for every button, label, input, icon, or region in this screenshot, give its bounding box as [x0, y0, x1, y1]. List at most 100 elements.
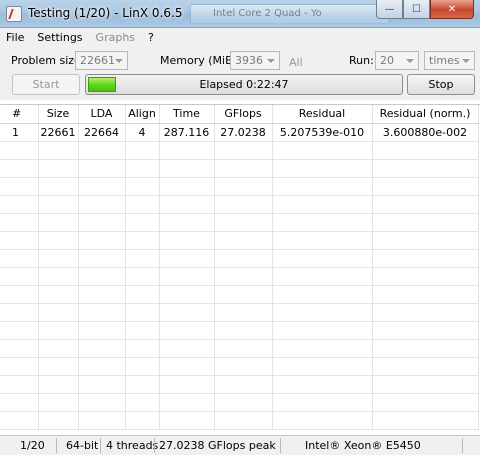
- run-unit-combo[interactable]: times: [424, 51, 475, 70]
- empty-cell: [125, 411, 160, 430]
- empty-cell: [78, 159, 126, 178]
- empty-cell: [78, 213, 126, 232]
- empty-cell: [0, 285, 39, 304]
- empty-cell: [272, 339, 373, 358]
- minimize-button[interactable]: —: [376, 0, 403, 19]
- maximize-button[interactable]: ☐: [403, 0, 430, 19]
- empty-table-row: [0, 393, 479, 412]
- empty-cell: [78, 375, 126, 394]
- column-header-time[interactable]: Time: [159, 105, 215, 124]
- empty-cell: [214, 303, 273, 322]
- empty-cell: [214, 393, 273, 412]
- column-header-residual[interactable]: Residual: [272, 105, 373, 124]
- empty-cell: [272, 411, 373, 430]
- empty-cell: [372, 249, 479, 268]
- empty-cell: [159, 411, 215, 430]
- empty-cell: [214, 177, 273, 196]
- menu-bar: File Settings Graphs ?: [0, 28, 480, 46]
- empty-cell: [0, 195, 39, 214]
- empty-cell: [214, 141, 273, 160]
- column-header-gflops[interactable]: GFlops: [214, 105, 273, 124]
- status-divider: [56, 438, 57, 453]
- empty-cell: [38, 285, 79, 304]
- menu-file[interactable]: File: [6, 31, 24, 44]
- status-threads: 4 threads: [106, 439, 159, 452]
- empty-cell: [272, 303, 373, 322]
- empty-table-row: [0, 159, 479, 178]
- column-header-index[interactable]: #: [0, 105, 39, 124]
- empty-cell: [159, 321, 215, 340]
- empty-cell: [0, 321, 39, 340]
- empty-table-row: [0, 411, 479, 430]
- window-controls: — ☐ ✕: [376, 0, 474, 20]
- empty-cell: [372, 321, 479, 340]
- column-header-lda[interactable]: LDA: [78, 105, 126, 124]
- cell-size: 22661: [38, 123, 79, 142]
- status-divider: [100, 438, 101, 453]
- cell-lda: 22664: [78, 123, 126, 142]
- memory-combo[interactable]: 3936: [230, 51, 280, 70]
- empty-cell: [125, 357, 160, 376]
- empty-cell: [0, 177, 39, 196]
- column-header-align[interactable]: Align: [125, 105, 160, 124]
- empty-cell: [38, 267, 79, 286]
- empty-cell: [38, 339, 79, 358]
- empty-cell: [125, 249, 160, 268]
- run-unit-value: times: [429, 54, 460, 67]
- empty-cell: [272, 141, 373, 160]
- menu-settings[interactable]: Settings: [37, 31, 82, 44]
- empty-cell: [214, 195, 273, 214]
- empty-cell: [214, 267, 273, 286]
- empty-table-row: [0, 195, 479, 214]
- column-header-size[interactable]: Size: [38, 105, 79, 124]
- empty-cell: [372, 231, 479, 250]
- empty-cell: [78, 357, 126, 376]
- menu-help[interactable]: ?: [148, 31, 154, 44]
- empty-cell: [0, 375, 39, 394]
- empty-cell: [372, 267, 479, 286]
- empty-cell: [372, 195, 479, 214]
- empty-cell: [78, 195, 126, 214]
- empty-table-row: [0, 249, 479, 268]
- menu-graphs[interactable]: Graphs: [96, 31, 135, 44]
- empty-cell: [78, 303, 126, 322]
- status-cpu: Intel® Xeon® E5450: [305, 439, 421, 452]
- cell-residual: 5.207539e-010: [272, 123, 373, 142]
- empty-table-row: [0, 231, 479, 250]
- cell-index: 1: [0, 123, 39, 142]
- empty-cell: [78, 321, 126, 340]
- empty-cell: [125, 231, 160, 250]
- empty-cell: [159, 231, 215, 250]
- run-label: Run:: [349, 54, 374, 67]
- empty-table-row: [0, 375, 479, 394]
- close-button[interactable]: ✕: [430, 0, 474, 19]
- stop-button[interactable]: Stop: [407, 74, 475, 95]
- problem-size-value: 22661: [80, 54, 115, 67]
- empty-cell: [38, 141, 79, 160]
- problem-size-combo[interactable]: 22661: [75, 51, 128, 70]
- empty-cell: [214, 339, 273, 358]
- all-checkbox-label[interactable]: All: [289, 56, 303, 69]
- results-table[interactable]: # Size LDA Align Time GFlops Residual Re…: [0, 104, 480, 435]
- app-icon[interactable]: [6, 6, 22, 22]
- chevron-down-icon: [267, 59, 275, 63]
- empty-cell: [159, 303, 215, 322]
- start-button[interactable]: Start: [12, 74, 80, 95]
- empty-cell: [214, 159, 273, 178]
- chevron-down-icon: [406, 59, 414, 63]
- empty-cell: [372, 159, 479, 178]
- column-header-residual-norm[interactable]: Residual (norm.): [372, 105, 479, 124]
- empty-cell: [372, 303, 479, 322]
- table-row[interactable]: 1 22661 22664 4 287.116 27.0238 5.207539…: [0, 123, 479, 142]
- empty-cell: [0, 393, 39, 412]
- empty-cell: [272, 357, 373, 376]
- run-count-combo[interactable]: 20: [375, 51, 419, 70]
- empty-cell: [38, 177, 79, 196]
- empty-table-row: [0, 141, 479, 160]
- run-count-value: 20: [380, 54, 394, 67]
- title-bar[interactable]: Intel Core 2 Quad - Yo Testing (1/20) - …: [0, 0, 480, 28]
- empty-cell: [125, 159, 160, 178]
- empty-cell: [125, 285, 160, 304]
- empty-cell: [0, 231, 39, 250]
- empty-cell: [159, 339, 215, 358]
